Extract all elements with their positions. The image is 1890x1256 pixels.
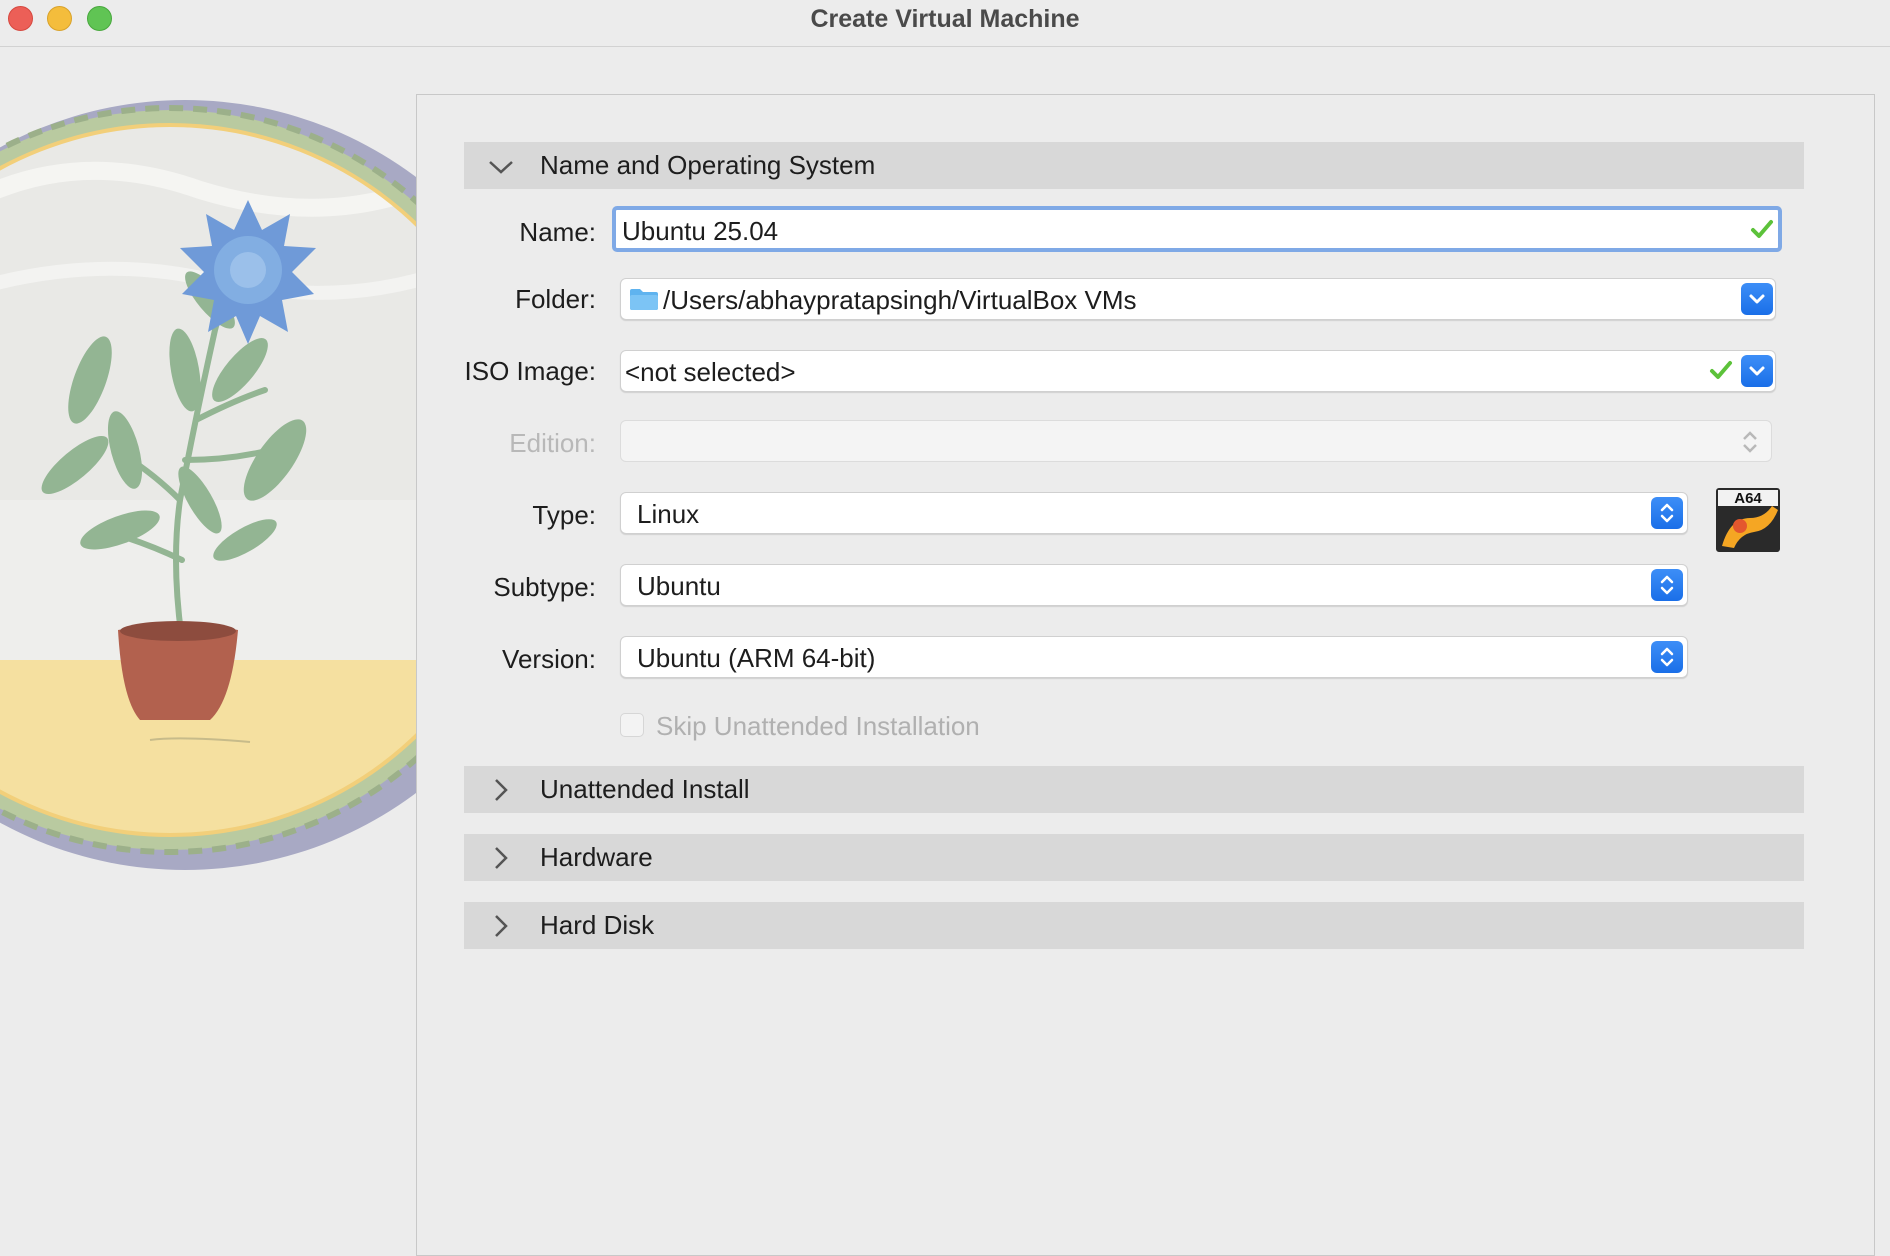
updown-arrows-icon bbox=[1660, 647, 1674, 667]
chevron-down-icon bbox=[1749, 366, 1765, 376]
iso-image-value: <not selected> bbox=[625, 357, 796, 387]
updown-arrows-icon bbox=[1660, 575, 1674, 595]
chevron-down-icon bbox=[489, 161, 513, 174]
subtype-value: Ubuntu bbox=[637, 571, 721, 601]
version-selector[interactable]: Ubuntu (ARM 64-bit) bbox=[620, 636, 1688, 678]
valid-checkmark-icon bbox=[1751, 220, 1773, 238]
name-label: Name: bbox=[519, 217, 596, 247]
type-stepper-button[interactable] bbox=[1651, 497, 1683, 529]
version-stepper-button[interactable] bbox=[1651, 641, 1683, 673]
folder-selector[interactable]: /Users/abhaypratapsingh/VirtualBox VMs bbox=[620, 278, 1776, 320]
subtype-label: Subtype: bbox=[493, 572, 596, 602]
section-name-os-header[interactable]: Name and Operating System bbox=[464, 142, 1804, 189]
type-label: Type: bbox=[532, 500, 596, 530]
chevron-right-icon bbox=[495, 915, 508, 937]
iso-image-selector[interactable]: <not selected> bbox=[620, 350, 1776, 392]
folder-label: Folder: bbox=[515, 284, 596, 314]
chevron-right-icon bbox=[495, 847, 508, 869]
section-hard-disk-label: Hard Disk bbox=[540, 910, 655, 940]
folder-value: /Users/abhaypratapsingh/VirtualBox VMs bbox=[663, 285, 1137, 315]
chevron-right-icon bbox=[495, 779, 508, 801]
section-unattended-header[interactable]: Unattended Install bbox=[464, 766, 1804, 813]
arm64-os-icon: A64 bbox=[1716, 488, 1780, 552]
skip-unattended-label: Skip Unattended Installation bbox=[656, 711, 980, 741]
section-unattended-label: Unattended Install bbox=[540, 774, 750, 804]
type-selector[interactable]: Linux bbox=[620, 492, 1688, 534]
type-value: Linux bbox=[637, 499, 700, 529]
arm64-badge-text: A64 bbox=[1734, 490, 1762, 507]
subtype-stepper-button[interactable] bbox=[1651, 569, 1683, 601]
updown-arrows-icon bbox=[1743, 431, 1757, 453]
section-hard-disk-header[interactable]: Hard Disk bbox=[464, 902, 1804, 949]
name-field[interactable] bbox=[612, 206, 1782, 252]
chevron-down-icon bbox=[1749, 294, 1765, 304]
iso-dropdown-button[interactable] bbox=[1741, 355, 1773, 387]
iso-image-label: ISO Image: bbox=[464, 356, 597, 386]
folder-icon bbox=[630, 289, 658, 310]
skip-unattended-checkbox[interactable] bbox=[620, 713, 644, 737]
section-hardware-label: Hardware bbox=[540, 842, 653, 872]
version-label: Version: bbox=[502, 644, 596, 674]
folder-dropdown-button[interactable] bbox=[1741, 283, 1773, 315]
window-title: Create Virtual Machine bbox=[810, 5, 1080, 33]
title-bar: Create Virtual Machine bbox=[0, 0, 1890, 47]
updown-arrows-icon bbox=[1660, 503, 1674, 523]
subtype-selector[interactable]: Ubuntu bbox=[620, 564, 1688, 606]
name-input[interactable] bbox=[620, 213, 1724, 249]
section-hardware-header[interactable]: Hardware bbox=[464, 834, 1804, 881]
edition-label: Edition: bbox=[509, 428, 596, 458]
edition-selector bbox=[620, 420, 1772, 462]
version-value: Ubuntu (ARM 64-bit) bbox=[637, 643, 876, 673]
section-name-os-label: Name and Operating System bbox=[540, 150, 876, 180]
valid-checkmark-icon bbox=[1710, 361, 1732, 379]
